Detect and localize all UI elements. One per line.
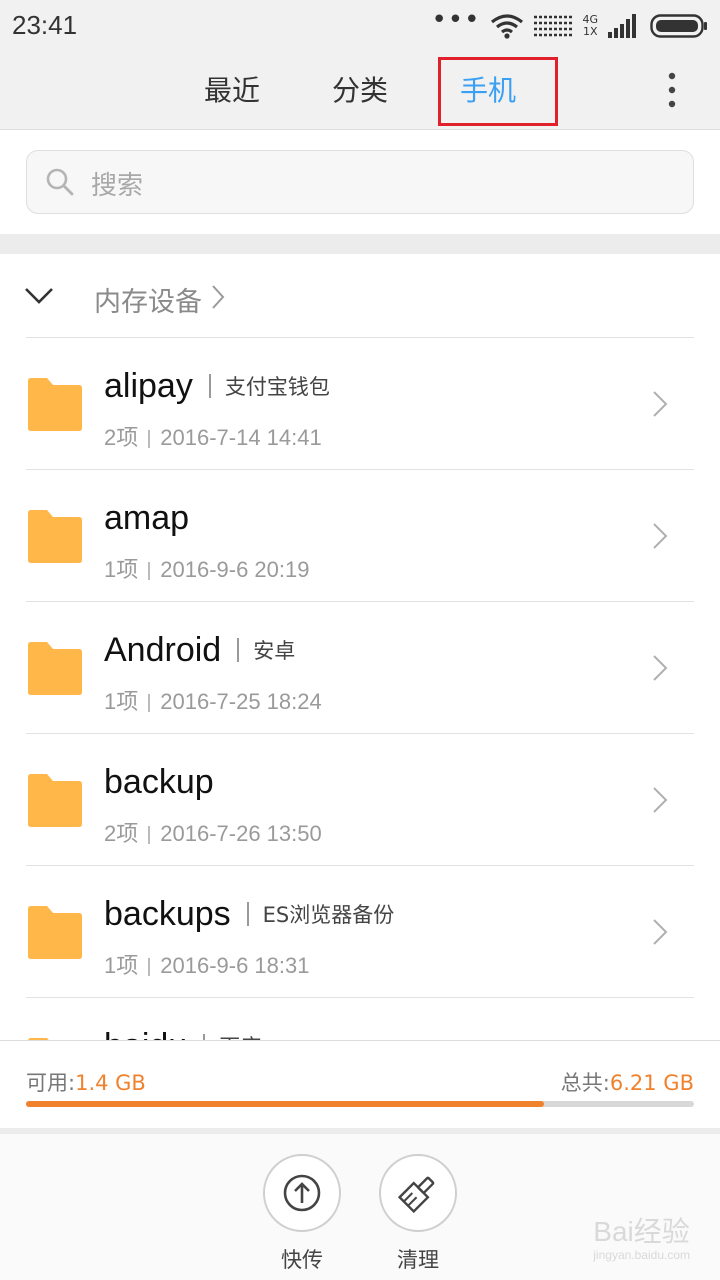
- folder-title: Android 安卓: [104, 628, 295, 672]
- clean-label: 清理: [397, 1248, 439, 1272]
- folder-name: backups: [104, 894, 231, 933]
- breadcrumb-label[interactable]: 内存设备: [94, 280, 202, 319]
- signal-dashes-icon: [534, 15, 573, 37]
- notification-dots-icon: •••: [431, 5, 481, 35]
- item-count: 2项: [104, 821, 139, 846]
- divider: [148, 958, 151, 977]
- battery-icon: [650, 14, 707, 38]
- more-options-icon[interactable]: [664, 72, 680, 108]
- chevron-right-icon: [653, 391, 668, 417]
- storage-progress-fill: [26, 1101, 544, 1107]
- chevron-right-icon: [653, 919, 668, 945]
- folder-meta: 1项 2016-9-6 20:19: [104, 552, 309, 584]
- storage-info: 可用:1.4 GB 总共:6.21 GB: [0, 1040, 720, 1129]
- folder-meta: 1项 2016-9-6 18:31: [104, 948, 309, 980]
- item-count: 2项: [104, 425, 139, 450]
- chevron-right-icon: [653, 787, 668, 813]
- folder-row[interactable]: Android 安卓 1项 2016-7-25 18:24: [0, 602, 720, 734]
- status-bar: 23:41 ••• 4G 1X: [0, 0, 720, 52]
- tab-categories[interactable]: 分类: [320, 52, 400, 129]
- quick-transfer-button[interactable]: 快传: [262, 1154, 342, 1274]
- tab-header: 最近 分类 手机: [0, 52, 720, 130]
- folder-title: alipay 支付宝钱包: [104, 364, 330, 408]
- folder-row[interactable]: alipay 支付宝钱包 2项 2016-7-14 14:41: [0, 338, 720, 470]
- network-type: 4G 1X: [582, 13, 598, 38]
- divider: [246, 902, 249, 926]
- wifi-icon: [491, 14, 524, 39]
- search-input[interactable]: 搜索: [26, 150, 694, 214]
- folder-row[interactable]: backups ES浏览器备份 1项 2016-9-6 18:31: [0, 866, 720, 998]
- chevron-right-icon: [212, 285, 225, 309]
- item-count: 1项: [104, 557, 139, 582]
- highlight-annotation: [438, 57, 558, 126]
- folder-title: backup: [104, 760, 214, 804]
- chevron-right-icon: [653, 655, 668, 681]
- folder-row[interactable]: backup 2项 2016-7-26 13:50: [0, 734, 720, 866]
- folder-alias: ES浏览器备份: [262, 903, 395, 927]
- modified-date: 2016-9-6 20:19: [160, 557, 310, 582]
- folder-icon: [28, 378, 82, 431]
- clean-button[interactable]: 清理: [378, 1154, 458, 1274]
- tab-recent[interactable]: 最近: [192, 52, 272, 129]
- modified-date: 2016-7-14 14:41: [160, 425, 322, 450]
- folder-alias: 百度: [219, 1031, 261, 1040]
- folder-name: baidu: [104, 1027, 187, 1041]
- folder-icon: [28, 774, 82, 827]
- divider: [148, 562, 151, 581]
- chevron-down-icon[interactable]: [24, 286, 54, 306]
- folder-icon: [28, 642, 82, 695]
- folder-title: baidu 百度: [104, 1024, 261, 1040]
- folder-row[interactable]: baidu 百度: [0, 998, 720, 1040]
- breadcrumb[interactable]: 内存设备: [0, 254, 720, 338]
- folder-name: Android: [104, 630, 222, 669]
- watermark: Bai经验 jingyan.baidu.com: [593, 1216, 690, 1262]
- folder-list[interactable]: alipay 支付宝钱包 2项 2016-7-14 14:41 amap 1项 2016-9…: [0, 338, 720, 1040]
- signal-bars-icon: [608, 14, 636, 38]
- divider: [237, 638, 240, 662]
- item-count: 1项: [104, 953, 139, 978]
- storage-progress-bar: [26, 1101, 694, 1107]
- folder-meta: 2项 2016-7-14 14:41: [104, 420, 322, 452]
- storage-available: 可用:1.4 GB: [26, 1071, 146, 1095]
- divider: [148, 430, 151, 449]
- folder-name: alipay: [104, 366, 193, 405]
- divider: [148, 826, 151, 845]
- divider: [208, 374, 211, 398]
- upload-icon[interactable]: [263, 1154, 341, 1232]
- folder-icon: [28, 906, 82, 959]
- quick-transfer-label: 快传: [281, 1248, 323, 1272]
- divider: [148, 694, 151, 713]
- folder-name: backup: [104, 762, 214, 801]
- folder-alias: 安卓: [253, 639, 296, 663]
- modified-date: 2016-7-25 18:24: [160, 689, 322, 714]
- item-count: 1项: [104, 689, 139, 714]
- search-icon: [46, 168, 74, 196]
- storage-total: 总共:6.21 GB: [560, 1071, 694, 1095]
- folder-title: amap: [104, 496, 189, 540]
- status-icons: ••• 4G 1X: [431, 5, 708, 42]
- folder-alias: 支付宝钱包: [224, 375, 330, 399]
- folder-meta: 1项 2016-7-25 18:24: [104, 684, 322, 716]
- broom-icon[interactable]: [379, 1154, 457, 1232]
- search-section: 搜索: [0, 130, 720, 234]
- folder-icon: [28, 510, 82, 563]
- status-time: 23:41: [12, 10, 78, 40]
- folder-title: backups ES浏览器备份: [104, 892, 394, 936]
- modified-date: 2016-7-26 13:50: [160, 821, 322, 846]
- chevron-right-icon: [653, 523, 668, 549]
- section-divider: [0, 234, 720, 254]
- modified-date: 2016-9-6 18:31: [160, 953, 310, 978]
- folder-meta: 2项 2016-7-26 13:50: [104, 816, 322, 848]
- folder-row[interactable]: amap 1项 2016-9-6 20:19: [0, 470, 720, 602]
- folder-name: amap: [104, 498, 190, 537]
- search-placeholder: 搜索: [91, 171, 144, 201]
